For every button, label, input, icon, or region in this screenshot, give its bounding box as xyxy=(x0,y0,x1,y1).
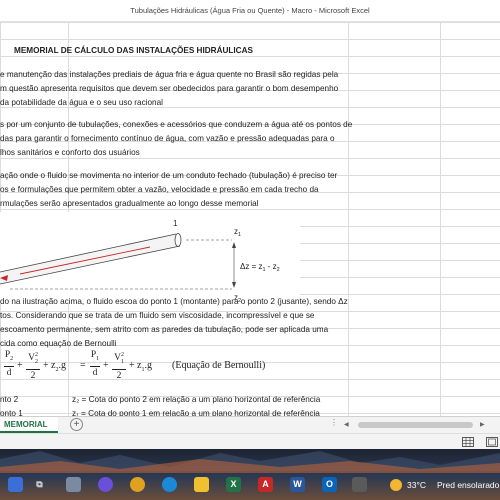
point-1-label: 1 xyxy=(173,219,178,228)
pipe-diagram: 1 z1 z2 Δz = z1 - z2 xyxy=(0,212,300,304)
z2-g-term: z2.g xyxy=(51,360,66,373)
weather-description[interactable]: Pred ensolarado xyxy=(437,480,499,490)
paragraph-1-line-3: da potabilidade da água e o seu uso raci… xyxy=(0,98,163,107)
acrobat-icon[interactable]: A xyxy=(258,477,273,492)
z1-g-term: z1.g xyxy=(137,360,152,373)
scroll-grip-icon[interactable]: ⋮ xyxy=(330,418,338,427)
plus-sign: + xyxy=(43,360,49,371)
p2-over-d: P2 d xyxy=(4,350,14,378)
paragraph-4-line-3: escoamento permanente, sem atrito com as… xyxy=(0,325,329,334)
status-bar xyxy=(0,433,500,449)
paragraph-4-line-1: do na ilustração acima, o fluido escoa d… xyxy=(0,297,348,306)
memorial-heading: MEMORIAL DE CÁLCULO DAS INSTALAÇÕES HIDR… xyxy=(14,46,253,55)
folder-icon[interactable] xyxy=(194,477,209,492)
outlook-icon[interactable]: O xyxy=(322,477,337,492)
weather-temperature[interactable]: 33°C xyxy=(407,480,426,490)
taskbar: ⧉ X A W O 33°C Pred ensolarado xyxy=(0,449,500,500)
word-taskbar-icon[interactable]: W xyxy=(290,477,305,492)
bernoulli-label: (Equação de Bernoulli) xyxy=(172,360,266,371)
horizontal-scrollbar[interactable]: ⋮ ◀ ▶ xyxy=(330,418,500,430)
copilot-icon[interactable] xyxy=(98,477,113,492)
plus-sign: + xyxy=(129,360,135,371)
row-point-2-left: nto 2 xyxy=(0,395,19,404)
scroll-left-icon[interactable]: ◀ xyxy=(344,421,349,428)
photos-icon[interactable] xyxy=(352,477,367,492)
worksheet[interactable]: MEMORIAL DE CÁLCULO DAS INSTALAÇÕES HIDR… xyxy=(0,22,500,416)
window-title: Tubulações Hidráulicas (Água Fria ou Que… xyxy=(130,6,370,15)
v2-squared-over-2: V22 2 xyxy=(26,350,40,382)
plus-sign: + xyxy=(17,360,23,371)
column-divider xyxy=(348,22,349,416)
column-divider xyxy=(440,22,441,416)
paragraph-2-line-3: lhos sanitários e conforto dos usuários xyxy=(0,148,140,157)
explorer-icon[interactable] xyxy=(66,477,81,492)
v1-squared-over-2: V21 2 xyxy=(112,350,126,382)
wallpaper-strip xyxy=(0,451,500,473)
paragraph-2-line-2: das para garantir o fornecimento contínu… xyxy=(0,134,335,143)
excel-taskbar-icon[interactable]: X xyxy=(226,477,241,492)
scroll-right-icon[interactable]: ▶ xyxy=(480,421,485,428)
paragraph-4-line-2: tos. Considerando que se trata de um flu… xyxy=(0,311,315,320)
paragraph-3-line-3: rmulações serão apresentados gradualment… xyxy=(0,199,259,208)
scroll-thumb[interactable] xyxy=(358,422,473,428)
row-point-2-definition: z₂ = Cota do ponto 2 em relação a um pla… xyxy=(72,395,321,404)
paragraph-2-line-1: s por um conjunto de tubulações, conexõe… xyxy=(0,120,353,129)
edge-icon[interactable] xyxy=(162,477,177,492)
p1-over-d: P1 d xyxy=(90,350,100,378)
title-bar: Tubulações Hidráulicas (Água Fria ou Que… xyxy=(0,0,500,22)
paragraph-1-line-1: e manutenção das instalações prediais de… xyxy=(0,70,339,79)
row-point-1-left: onto 1 xyxy=(0,409,23,416)
equals-sign: = xyxy=(80,360,86,371)
task-view-icon[interactable]: ⧉ xyxy=(32,477,47,492)
row-point-1-definition: z₁ = Cota do ponto 1 em relação a um pla… xyxy=(72,409,320,416)
pipe-end-ellipse xyxy=(174,233,182,247)
page-layout-view-icon[interactable] xyxy=(486,437,498,447)
paragraph-1-line-2: m questão apresenta requisitos que devem… xyxy=(0,84,339,93)
paragraph-3-line-2: os e formulações que permitem obter a va… xyxy=(0,185,319,194)
tab-memorial[interactable]: MEMORIAL xyxy=(0,417,58,433)
chrome-icon[interactable] xyxy=(130,477,145,492)
weather-sun-icon[interactable] xyxy=(390,479,402,491)
normal-view-icon[interactable] xyxy=(462,437,474,447)
sheet-tab-bar: MEMORIAL + ⋮ ◀ ▶ xyxy=(0,416,500,433)
paragraph-4-line-4: cida como equação de Bernoulli xyxy=(0,339,117,348)
paragraph-3-line-1: ação onde o fluido se movimenta no inter… xyxy=(0,171,338,180)
plus-sign: + xyxy=(103,360,109,371)
bernoulli-equation: P2 d + V22 2 + z2.g = P1 d + V21 2 + z1.… xyxy=(0,350,300,384)
widgets-icon[interactable] xyxy=(8,477,23,492)
add-sheet-button[interactable]: + xyxy=(70,418,83,431)
